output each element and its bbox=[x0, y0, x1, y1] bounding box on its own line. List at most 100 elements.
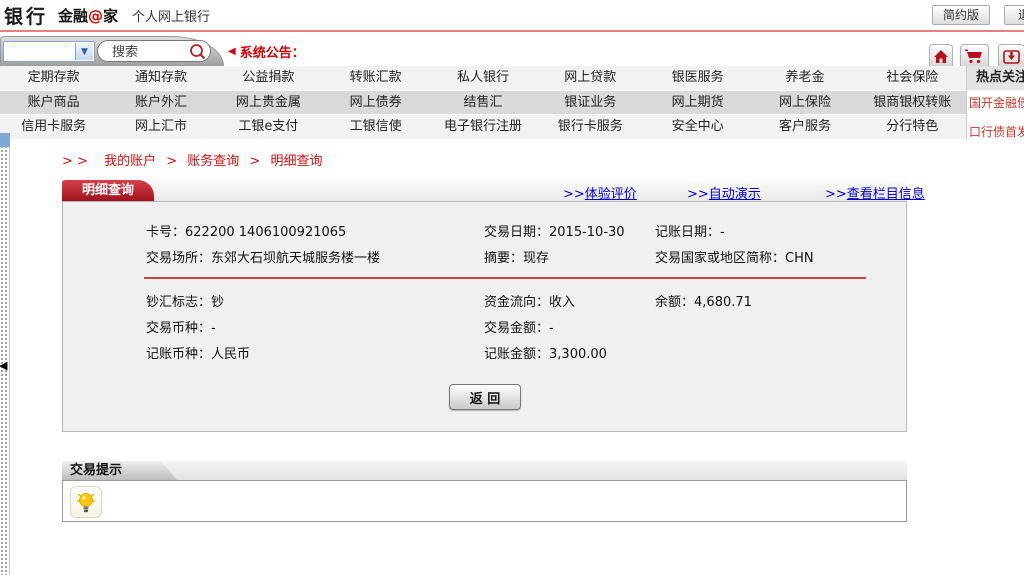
tips-bulb-tile bbox=[70, 486, 102, 518]
field-fund-direction: 资金流向：收入 bbox=[484, 291, 575, 310]
menu-item-online-insurance[interactable]: 网上保险 bbox=[751, 91, 858, 114]
brand-at: @ bbox=[88, 6, 104, 25]
search-input[interactable] bbox=[110, 42, 190, 62]
breadcrumb-detail-inquiry[interactable]: 明细查询 bbox=[270, 154, 322, 169]
field-transaction-amount: 交易金额：- bbox=[484, 317, 554, 336]
menu-item-social-insurance[interactable]: 社会保险 bbox=[859, 66, 966, 90]
menu-item-charity[interactable]: 公益捐款 bbox=[215, 66, 322, 90]
field-row: 交易币种：- 交易金额：- bbox=[63, 317, 906, 336]
menu-row-3: 信用卡服务 网上汇市 工银e支付 工银信使 电子银行注册 银行卡服务 安全中心 … bbox=[0, 114, 966, 139]
field-value: 2015-10-30 bbox=[549, 225, 625, 240]
breadcrumb-prefix: > > bbox=[62, 154, 88, 169]
brand-text: 金融@家 bbox=[58, 5, 118, 26]
menu-item-bank-securities[interactable]: 银证业务 bbox=[537, 91, 644, 114]
menu-item-fixed-deposit[interactable]: 定期存款 bbox=[0, 66, 107, 90]
menu-item-customer-service[interactable]: 客户服务 bbox=[751, 115, 858, 139]
menu-item-icbc-epay[interactable]: 工银e支付 bbox=[215, 115, 322, 139]
field-label: 交易场所： bbox=[146, 251, 212, 266]
simple-version-button[interactable]: 简约版 bbox=[932, 5, 990, 25]
menu-item-account-commodity[interactable]: 账户商品 bbox=[0, 91, 107, 114]
personal-banking-subtitle: 个人网上银行 bbox=[132, 9, 211, 25]
field-label: 交易金额： bbox=[484, 321, 550, 336]
field-value: - bbox=[549, 321, 554, 336]
link-arrows: >> bbox=[825, 187, 847, 202]
transaction-detail-panel: 卡号：622200 1406100921065 交易日期：2015-10-30 … bbox=[62, 201, 907, 432]
field-value: 钞 bbox=[211, 295, 225, 310]
link-label[interactable]: 查看栏目信息 bbox=[847, 187, 925, 202]
hot-link-exim-bond[interactable]: 口行债首发 bbox=[967, 123, 1024, 140]
tab-detail-inquiry: 明细查询 bbox=[62, 180, 154, 201]
menu-item-medical[interactable]: 银医服务 bbox=[644, 66, 751, 90]
menu-item-account-forex[interactable]: 账户外汇 bbox=[107, 91, 214, 114]
cart-icon bbox=[964, 49, 982, 64]
field-label: 交易日期： bbox=[484, 225, 550, 240]
menu-item-ebank-register[interactable]: 电子银行注册 bbox=[429, 115, 536, 139]
link-arrows: >> bbox=[563, 187, 585, 202]
field-value: 622200 1406100921065 bbox=[185, 225, 347, 240]
chevron-down-icon[interactable]: ▼ bbox=[75, 43, 93, 60]
hot-link-cdb-bond[interactable]: 国开金融债 bbox=[967, 94, 1024, 111]
back-button[interactable]: 返 回 bbox=[449, 384, 521, 410]
link-view-column-info[interactable]: >>查看栏目信息 bbox=[825, 183, 925, 202]
field-transaction-date: 交易日期：2015-10-30 bbox=[484, 221, 625, 240]
menu-item-credit-card[interactable]: 信用卡服务 bbox=[0, 115, 107, 139]
home-icon bbox=[934, 50, 948, 63]
collapse-arrow-icon[interactable]: ◀ bbox=[0, 359, 7, 373]
field-label: 余额： bbox=[655, 295, 695, 310]
field-value: 现存 bbox=[523, 251, 550, 266]
field-label: 交易币种： bbox=[146, 321, 212, 336]
link-experience-rating[interactable]: >>体验评价 bbox=[563, 183, 637, 202]
clipped-header-button[interactable]: 退 bbox=[1004, 5, 1024, 25]
menu-item-pension[interactable]: 养老金 bbox=[751, 66, 858, 90]
system-announcement: ◀ 系统公告： bbox=[228, 42, 305, 61]
field-row: 记账币种：人民币 记账金额：3,300.00 bbox=[63, 343, 906, 362]
menu-item-private-banking[interactable]: 私人银行 bbox=[429, 66, 536, 90]
magnifier-icon[interactable] bbox=[189, 43, 206, 60]
field-cash-remit-flag: 钞汇标志：钞 bbox=[146, 291, 224, 310]
menu-row-2: 账户商品 账户外汇 网上贵金属 网上债券 结售汇 银证业务 网上期货 网上保险 … bbox=[0, 90, 966, 114]
lightbulb-icon bbox=[77, 493, 95, 513]
link-auto-demo[interactable]: >>自动演示 bbox=[687, 183, 761, 202]
menu-item-online-futures[interactable]: 网上期货 bbox=[644, 91, 751, 114]
menu-row-1: 定期存款 通知存款 公益捐款 转账汇款 私人银行 网上贷款 银医服务 养老金 社… bbox=[0, 66, 966, 90]
menu-item-online-loan[interactable]: 网上贷款 bbox=[537, 66, 644, 90]
field-value: - bbox=[720, 225, 725, 240]
field-booking-date: 记账日期：- bbox=[655, 221, 725, 240]
menu-item-branch-features[interactable]: 分行特色 bbox=[859, 115, 966, 139]
menu-item-online-bonds[interactable]: 网上债券 bbox=[322, 91, 429, 114]
menu-item-fx-market[interactable]: 网上汇市 bbox=[107, 115, 214, 139]
breadcrumb-my-accounts[interactable]: 我的账户 bbox=[104, 154, 156, 169]
hot-topics-title: 热点关注 bbox=[967, 66, 1024, 90]
menu-collapse-strip[interactable]: ◀ bbox=[0, 133, 10, 575]
field-summary: 摘要：现存 bbox=[484, 247, 549, 266]
menu-item-precious-metal[interactable]: 网上贵金属 bbox=[215, 91, 322, 114]
tab-transaction-tips: 交易提示 bbox=[62, 461, 177, 480]
field-label: 摘要： bbox=[484, 251, 524, 266]
link-label[interactable]: 自动演示 bbox=[709, 187, 761, 202]
field-value: - bbox=[211, 321, 216, 336]
category-select[interactable]: ▼ bbox=[3, 41, 95, 62]
collapse-handle[interactable] bbox=[0, 133, 10, 147]
main-menu: 定期存款 通知存款 公益捐款 转账汇款 私人银行 网上贷款 银医服务 养老金 社… bbox=[0, 66, 966, 139]
field-label: 记账金额： bbox=[484, 347, 550, 362]
field-label: 卡号： bbox=[146, 225, 186, 240]
breadcrumb-separator: > bbox=[249, 154, 261, 169]
brand-left: 金融 bbox=[58, 6, 89, 25]
field-label: 记账日期： bbox=[655, 225, 721, 240]
menu-item-transfer[interactable]: 转账汇款 bbox=[322, 66, 429, 90]
menu-item-notice-deposit[interactable]: 通知存款 bbox=[107, 66, 214, 90]
menu-item-fx-settlement[interactable]: 结售汇 bbox=[429, 91, 536, 114]
field-transaction-place: 交易场所：东郊大石坝航天城服务楼一楼 bbox=[146, 247, 380, 266]
breadcrumb-account-inquiry[interactable]: 账务查询 bbox=[187, 154, 239, 169]
menu-item-icbc-messenger[interactable]: 工银信使 bbox=[322, 115, 429, 139]
link-arrows: >> bbox=[687, 187, 709, 202]
field-booking-amount: 记账金额：3,300.00 bbox=[484, 343, 607, 362]
link-label[interactable]: 体验评价 bbox=[585, 187, 637, 202]
menu-item-security-center[interactable]: 安全中心 bbox=[644, 115, 751, 139]
field-value: CHN bbox=[785, 251, 814, 266]
menu-item-bank-card-service[interactable]: 银行卡服务 bbox=[537, 115, 644, 139]
menu-item-bank-equity-transfer[interactable]: 银商银权转账 bbox=[859, 91, 966, 114]
red-divider bbox=[144, 277, 866, 279]
transaction-tips-box bbox=[62, 480, 907, 522]
search-box[interactable] bbox=[97, 40, 211, 62]
